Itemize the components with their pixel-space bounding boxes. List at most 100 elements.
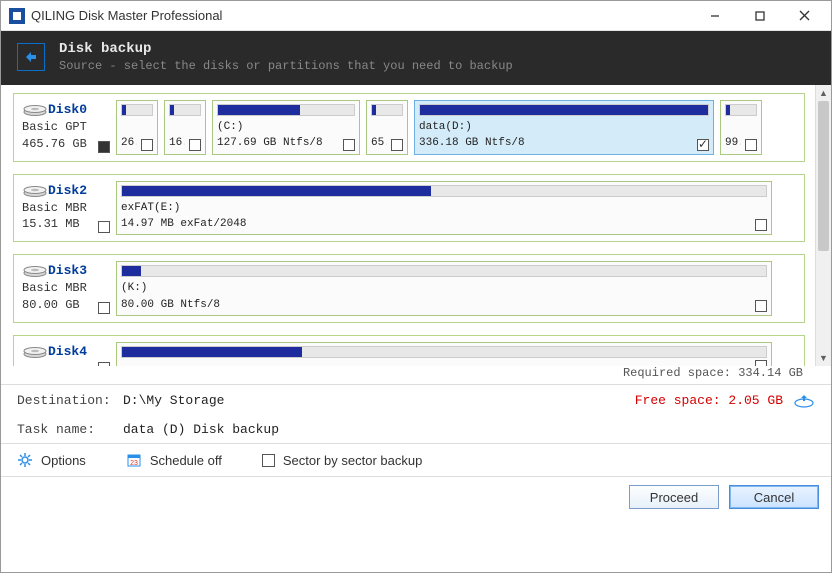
destination-label: Destination: [17, 393, 113, 408]
disk-block: Disk3 Basic MBR80.00 GB (K:) 80.00 GB Ntfs/… [13, 254, 805, 323]
destination-path[interactable]: D:\My Storage [123, 393, 625, 408]
disk-name: Disk0 [48, 102, 87, 117]
partition-size: 336.18 GB Ntfs/8 [419, 137, 525, 150]
partition-row: exFAT(E:) 14.97 MB exFat/2048 [116, 181, 798, 236]
usage-bar [121, 346, 767, 358]
titlebar: QILING Disk Master Professional [1, 1, 831, 31]
close-button[interactable] [782, 2, 827, 30]
partition-label: (K:) [121, 282, 767, 295]
proceed-button[interactable]: Proceed [629, 485, 719, 509]
partition[interactable]: 16. [164, 100, 206, 155]
disk-label-column: Disk4 [20, 342, 110, 366]
partition-label: data(D:) [419, 121, 709, 134]
required-space-row: Required space: 334.14 GB [1, 366, 815, 384]
disk-icon [22, 347, 48, 361]
page-title: Disk backup [59, 41, 513, 57]
partition-size: 99. [725, 137, 741, 150]
cancel-button[interactable]: Cancel [729, 485, 819, 509]
partition-checkbox[interactable] [189, 139, 201, 151]
required-space-label: Required space: [623, 366, 731, 380]
disk-checkbox[interactable] [98, 302, 110, 314]
partition-size: 65. [371, 137, 387, 150]
disk-name: Disk4 [48, 344, 87, 359]
task-name-row: Task name: data (D) Disk backup [1, 414, 831, 443]
disk-list-panel: Disk0 Basic GPT465.76 GB 26. 16. (C:)127.69 … [1, 85, 831, 385]
scroll-thumb[interactable] [818, 101, 829, 251]
disk-checkbox[interactable] [98, 141, 110, 153]
usage-bar [121, 104, 153, 116]
disk-capacity: 80.00 GB [22, 297, 110, 314]
partition[interactable]: (K:) 80.00 GB Ntfs/8 [116, 261, 772, 316]
sector-label: Sector by sector backup [283, 453, 422, 468]
disk-name: Disk3 [48, 263, 87, 278]
usage-bar [725, 104, 757, 116]
destination-row: Destination: D:\My Storage Free space: 2… [1, 385, 831, 414]
partition[interactable]: 26. [116, 100, 158, 155]
partition-footer: 16. [169, 137, 201, 150]
app-icon [9, 8, 25, 24]
task-name-value[interactable]: data (D) Disk backup [123, 422, 815, 437]
partition-checkbox[interactable] [755, 219, 767, 231]
disk-label-column: Disk0 Basic GPT465.76 GB [20, 100, 110, 155]
scroll-down-arrow[interactable]: ▼ [816, 350, 831, 366]
task-name-label: Task name: [17, 422, 113, 437]
backup-icon [17, 43, 45, 71]
gear-icon [17, 452, 33, 468]
partition-footer: 127.69 GB Ntfs/8 [217, 137, 355, 150]
options-bar: Options 23 Schedule off Sector by sector… [1, 443, 831, 476]
sector-by-sector-option[interactable]: Sector by sector backup [262, 453, 422, 468]
partition-checkbox[interactable] [745, 139, 757, 151]
options-label: Options [41, 453, 86, 468]
partition-checkbox[interactable] [755, 300, 767, 312]
disk-icon [22, 266, 48, 280]
options-button[interactable]: Options [17, 452, 86, 468]
scroll-up-arrow[interactable]: ▲ [816, 85, 831, 101]
browse-destination-icon[interactable] [793, 394, 815, 408]
partition[interactable]: 65. [366, 100, 408, 155]
usage-bar [217, 104, 355, 116]
partition-footer: 336.18 GB Ntfs/8 [419, 137, 709, 150]
partition-size: 26. [121, 137, 137, 150]
sector-checkbox[interactable] [262, 454, 275, 467]
required-space-value: 334.14 GB [738, 366, 803, 380]
disk-checkbox[interactable] [98, 221, 110, 233]
partition-footer: 80.00 GB Ntfs/8 [121, 299, 767, 312]
usage-bar [121, 185, 767, 197]
usage-bar [121, 265, 767, 277]
disk-type: Basic MBR [22, 280, 110, 297]
partition-row: 26. 16. (C:)127.69 GB Ntfs/8 65. data(D:) 336… [116, 100, 798, 155]
footer-buttons: Proceed Cancel [1, 476, 831, 517]
disk-label-column: Disk3 Basic MBR80.00 GB [20, 261, 110, 316]
partition-footer: 99. [725, 137, 757, 150]
partition-label: exFAT(E:) [121, 202, 767, 215]
calendar-icon: 23 [126, 452, 142, 468]
disk-block: Disk0 Basic GPT465.76 GB 26. 16. (C:)127.69 … [13, 93, 805, 162]
partition-row [116, 342, 798, 366]
partition-checkbox[interactable] [391, 139, 403, 151]
disk-capacity: 465.76 GB [22, 136, 110, 153]
partition-checkbox[interactable] [697, 139, 709, 151]
maximize-button[interactable] [737, 2, 782, 30]
partition[interactable]: data(D:) 336.18 GB Ntfs/8 [414, 100, 714, 155]
usage-bar [419, 104, 709, 116]
partition-size: 80.00 GB Ntfs/8 [121, 299, 220, 312]
partition[interactable]: 99. [720, 100, 762, 155]
disk-block: Disk4 [13, 335, 805, 366]
partition-footer: 14.97 MB exFat/2048 [121, 218, 767, 231]
vertical-scrollbar[interactable]: ▲ ▼ [815, 85, 831, 366]
partition[interactable]: (C:)127.69 GB Ntfs/8 [212, 100, 360, 155]
free-space: Free space: 2.05 GB [635, 393, 783, 408]
window-title: QILING Disk Master Professional [31, 8, 692, 23]
partition-checkbox[interactable] [141, 139, 153, 151]
disk-label-column: Disk2Basic MBR15.31 MB [20, 181, 110, 236]
partition-size: 127.69 GB Ntfs/8 [217, 137, 323, 150]
schedule-button[interactable]: 23 Schedule off [126, 452, 222, 468]
disk-type: Basic GPT [22, 119, 110, 136]
partition[interactable]: exFAT(E:) 14.97 MB exFat/2048 [116, 181, 772, 236]
page-header: Disk backup Source - select the disks or… [1, 31, 831, 85]
minimize-button[interactable] [692, 2, 737, 30]
partition[interactable] [116, 342, 772, 366]
partition-checkbox[interactable] [343, 139, 355, 151]
disk-capacity: 15.31 MB [22, 216, 110, 233]
usage-bar [371, 104, 403, 116]
